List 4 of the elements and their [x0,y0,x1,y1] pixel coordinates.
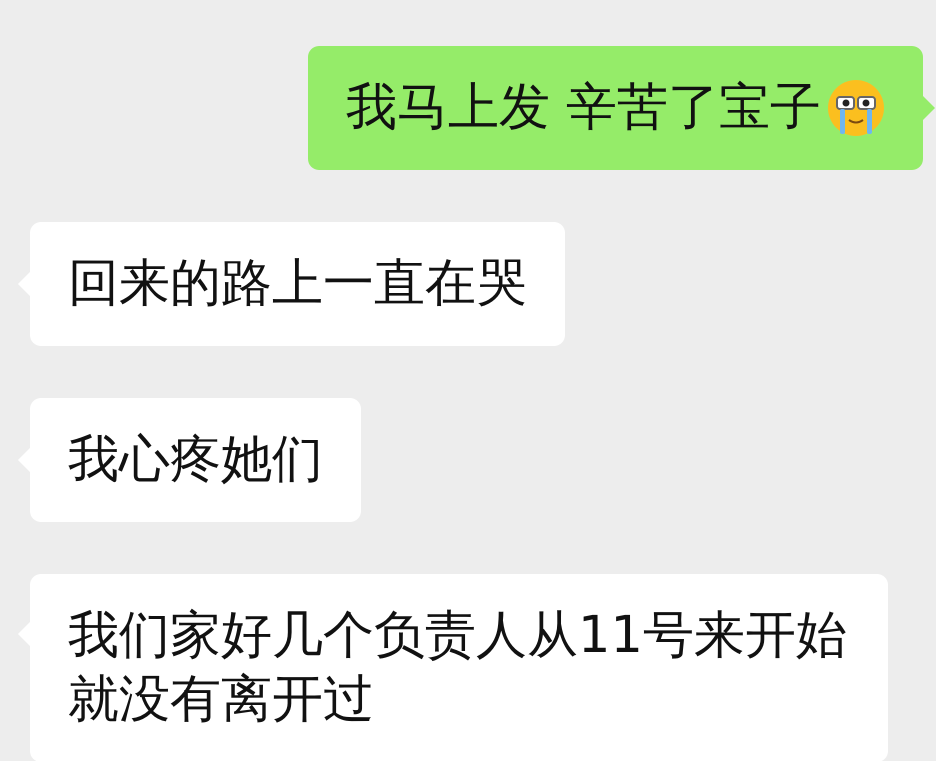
message-text: 我心疼她们 [68,429,323,491]
message-text: 我们家好几个负责人从11号来开始就没有离开过 [68,605,848,731]
message-text: 我马上发 辛苦了宝子 [346,77,821,139]
message-text: 回来的路上一直在哭 [68,253,527,315]
